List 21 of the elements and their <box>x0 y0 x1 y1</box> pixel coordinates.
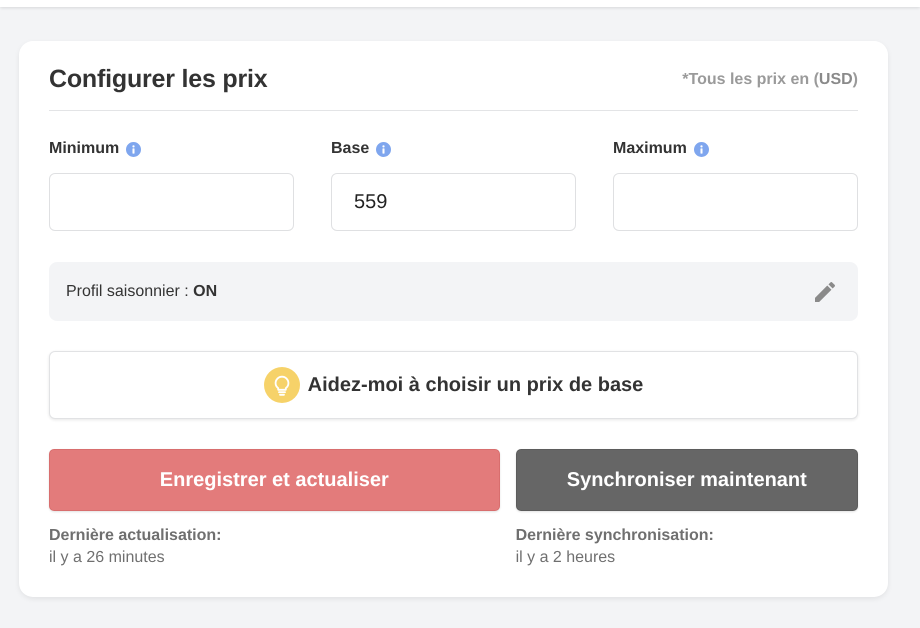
field-label: Maximum <box>613 140 687 158</box>
last-update-label: Dernière synchronisation: <box>516 527 715 545</box>
field-label: Base <box>331 140 370 158</box>
sync-button[interactable]: Synchroniser maintenant <box>516 449 858 511</box>
currency-note: *Tous les prix en (USD) <box>682 70 858 88</box>
lightbulb-icon <box>264 367 300 403</box>
help-button[interactable]: Aidez-moi à choisir un prix de base <box>49 351 858 419</box>
last-update-time: il y a 26 minutes <box>49 549 166 567</box>
info-icon <box>694 142 709 156</box>
info-icon <box>376 142 392 156</box>
last-update-time: il y a 2 heures <box>516 549 616 567</box>
seasonal-profile-text: Profil saisonnier : ON <box>66 282 218 300</box>
last-update-label: Dernière actualisation: <box>49 527 222 545</box>
price-input[interactable] <box>613 173 858 231</box>
price-input[interactable]: 559 <box>331 173 576 231</box>
edit-button[interactable] <box>814 280 836 302</box>
field-label: Minimum <box>49 140 120 158</box>
info-icon <box>126 142 142 156</box>
price-input[interactable] <box>49 173 294 231</box>
pencil-icon <box>815 282 835 302</box>
card-title: Configurer les prix <box>49 65 268 94</box>
